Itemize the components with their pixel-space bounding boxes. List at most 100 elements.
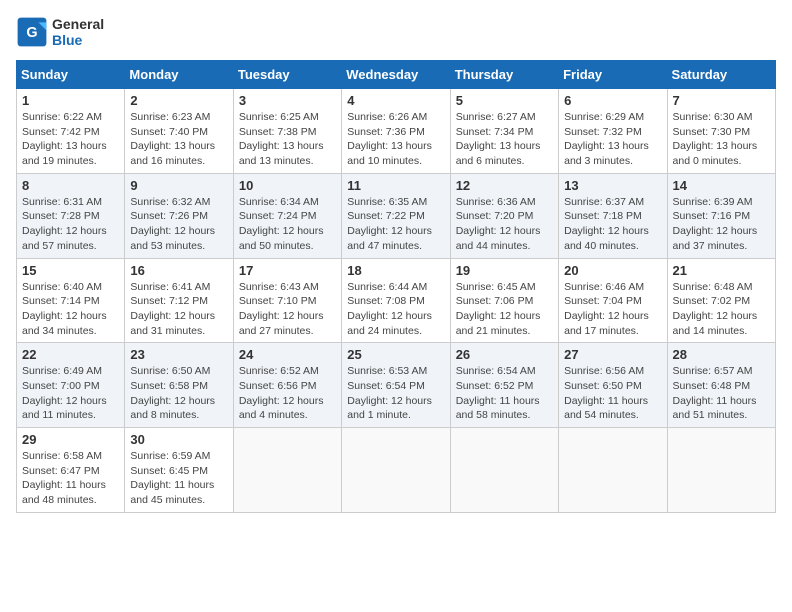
day-info: Sunrise: 6:43 AM Sunset: 7:10 PM Dayligh…	[239, 280, 336, 339]
daylight-label: Daylight: 12 hours and 4 minutes.	[239, 395, 324, 422]
daylight-label: Daylight: 11 hours and 58 minutes.	[456, 395, 540, 422]
day-number: 19	[456, 263, 553, 278]
calendar-cell: 16 Sunrise: 6:41 AM Sunset: 7:12 PM Dayl…	[125, 258, 233, 343]
day-number: 12	[456, 178, 553, 193]
calendar-cell: 23 Sunrise: 6:50 AM Sunset: 6:58 PM Dayl…	[125, 343, 233, 428]
sunrise-label: Sunrise: 6:35 AM	[347, 196, 427, 208]
day-number: 28	[673, 347, 770, 362]
day-number: 10	[239, 178, 336, 193]
calendar-cell: 14 Sunrise: 6:39 AM Sunset: 7:16 PM Dayl…	[667, 173, 775, 258]
calendar-cell: 7 Sunrise: 6:30 AM Sunset: 7:30 PM Dayli…	[667, 89, 775, 174]
logo: G General Blue	[16, 16, 104, 48]
sunset-label: Sunset: 6:52 PM	[456, 380, 534, 392]
day-info: Sunrise: 6:30 AM Sunset: 7:30 PM Dayligh…	[673, 110, 770, 169]
sunset-label: Sunset: 7:14 PM	[22, 295, 100, 307]
daylight-label: Daylight: 12 hours and 40 minutes.	[564, 225, 649, 252]
calendar-header-thursday: Thursday	[450, 61, 558, 89]
calendar-cell: 30 Sunrise: 6:59 AM Sunset: 6:45 PM Dayl…	[125, 428, 233, 513]
day-number: 13	[564, 178, 661, 193]
calendar-cell: 28 Sunrise: 6:57 AM Sunset: 6:48 PM Dayl…	[667, 343, 775, 428]
daylight-label: Daylight: 13 hours and 13 minutes.	[239, 140, 324, 167]
day-info: Sunrise: 6:44 AM Sunset: 7:08 PM Dayligh…	[347, 280, 444, 339]
day-number: 17	[239, 263, 336, 278]
sunrise-label: Sunrise: 6:46 AM	[564, 281, 644, 293]
calendar-header-monday: Monday	[125, 61, 233, 89]
day-info: Sunrise: 6:25 AM Sunset: 7:38 PM Dayligh…	[239, 110, 336, 169]
logo-icon: G	[16, 16, 48, 48]
calendar-cell	[342, 428, 450, 513]
sunrise-label: Sunrise: 6:25 AM	[239, 111, 319, 123]
daylight-label: Daylight: 12 hours and 1 minute.	[347, 395, 432, 422]
day-number: 4	[347, 93, 444, 108]
day-number: 8	[22, 178, 119, 193]
daylight-label: Daylight: 12 hours and 24 minutes.	[347, 310, 432, 337]
calendar-header-friday: Friday	[559, 61, 667, 89]
day-number: 1	[22, 93, 119, 108]
calendar-header-row: SundayMondayTuesdayWednesdayThursdayFrid…	[17, 61, 776, 89]
sunrise-label: Sunrise: 6:57 AM	[673, 365, 753, 377]
calendar-cell	[667, 428, 775, 513]
calendar-cell: 10 Sunrise: 6:34 AM Sunset: 7:24 PM Dayl…	[233, 173, 341, 258]
sunrise-label: Sunrise: 6:23 AM	[130, 111, 210, 123]
day-info: Sunrise: 6:40 AM Sunset: 7:14 PM Dayligh…	[22, 280, 119, 339]
day-info: Sunrise: 6:54 AM Sunset: 6:52 PM Dayligh…	[456, 364, 553, 423]
calendar-header-wednesday: Wednesday	[342, 61, 450, 89]
sunset-label: Sunset: 7:42 PM	[22, 126, 100, 138]
sunset-label: Sunset: 7:08 PM	[347, 295, 425, 307]
sunset-label: Sunset: 7:34 PM	[456, 126, 534, 138]
daylight-label: Daylight: 12 hours and 50 minutes.	[239, 225, 324, 252]
sunset-label: Sunset: 7:12 PM	[130, 295, 208, 307]
sunrise-label: Sunrise: 6:40 AM	[22, 281, 102, 293]
day-info: Sunrise: 6:36 AM Sunset: 7:20 PM Dayligh…	[456, 195, 553, 254]
sunset-label: Sunset: 7:22 PM	[347, 210, 425, 222]
sunset-label: Sunset: 7:30 PM	[673, 126, 751, 138]
sunset-label: Sunset: 7:24 PM	[239, 210, 317, 222]
day-info: Sunrise: 6:45 AM Sunset: 7:06 PM Dayligh…	[456, 280, 553, 339]
sunrise-label: Sunrise: 6:59 AM	[130, 450, 210, 462]
day-info: Sunrise: 6:32 AM Sunset: 7:26 PM Dayligh…	[130, 195, 227, 254]
daylight-label: Daylight: 12 hours and 47 minutes.	[347, 225, 432, 252]
calendar-cell: 25 Sunrise: 6:53 AM Sunset: 6:54 PM Dayl…	[342, 343, 450, 428]
daylight-label: Daylight: 13 hours and 16 minutes.	[130, 140, 215, 167]
calendar-cell	[233, 428, 341, 513]
day-number: 9	[130, 178, 227, 193]
day-number: 29	[22, 432, 119, 447]
day-number: 11	[347, 178, 444, 193]
daylight-label: Daylight: 12 hours and 37 minutes.	[673, 225, 758, 252]
day-info: Sunrise: 6:59 AM Sunset: 6:45 PM Dayligh…	[130, 449, 227, 508]
day-info: Sunrise: 6:22 AM Sunset: 7:42 PM Dayligh…	[22, 110, 119, 169]
daylight-label: Daylight: 13 hours and 6 minutes.	[456, 140, 541, 167]
sunset-label: Sunset: 7:16 PM	[673, 210, 751, 222]
calendar-cell: 20 Sunrise: 6:46 AM Sunset: 7:04 PM Dayl…	[559, 258, 667, 343]
sunrise-label: Sunrise: 6:26 AM	[347, 111, 427, 123]
sunset-label: Sunset: 6:47 PM	[22, 465, 100, 477]
sunset-label: Sunset: 7:02 PM	[673, 295, 751, 307]
calendar-table: SundayMondayTuesdayWednesdayThursdayFrid…	[16, 60, 776, 513]
sunrise-label: Sunrise: 6:27 AM	[456, 111, 536, 123]
day-number: 22	[22, 347, 119, 362]
sunrise-label: Sunrise: 6:34 AM	[239, 196, 319, 208]
daylight-label: Daylight: 12 hours and 17 minutes.	[564, 310, 649, 337]
sunset-label: Sunset: 7:00 PM	[22, 380, 100, 392]
calendar-cell: 12 Sunrise: 6:36 AM Sunset: 7:20 PM Dayl…	[450, 173, 558, 258]
day-info: Sunrise: 6:56 AM Sunset: 6:50 PM Dayligh…	[564, 364, 661, 423]
sunrise-label: Sunrise: 6:39 AM	[673, 196, 753, 208]
day-number: 24	[239, 347, 336, 362]
logo-line1: General	[52, 16, 104, 32]
day-number: 26	[456, 347, 553, 362]
sunset-label: Sunset: 6:56 PM	[239, 380, 317, 392]
svg-text:G: G	[26, 25, 37, 41]
calendar-cell: 9 Sunrise: 6:32 AM Sunset: 7:26 PM Dayli…	[125, 173, 233, 258]
day-info: Sunrise: 6:57 AM Sunset: 6:48 PM Dayligh…	[673, 364, 770, 423]
sunrise-label: Sunrise: 6:41 AM	[130, 281, 210, 293]
daylight-label: Daylight: 11 hours and 48 minutes.	[22, 479, 106, 506]
day-info: Sunrise: 6:41 AM Sunset: 7:12 PM Dayligh…	[130, 280, 227, 339]
day-info: Sunrise: 6:35 AM Sunset: 7:22 PM Dayligh…	[347, 195, 444, 254]
daylight-label: Daylight: 13 hours and 3 minutes.	[564, 140, 649, 167]
calendar-cell: 6 Sunrise: 6:29 AM Sunset: 7:32 PM Dayli…	[559, 89, 667, 174]
sunrise-label: Sunrise: 6:32 AM	[130, 196, 210, 208]
day-info: Sunrise: 6:29 AM Sunset: 7:32 PM Dayligh…	[564, 110, 661, 169]
sunrise-label: Sunrise: 6:53 AM	[347, 365, 427, 377]
day-number: 14	[673, 178, 770, 193]
day-info: Sunrise: 6:52 AM Sunset: 6:56 PM Dayligh…	[239, 364, 336, 423]
